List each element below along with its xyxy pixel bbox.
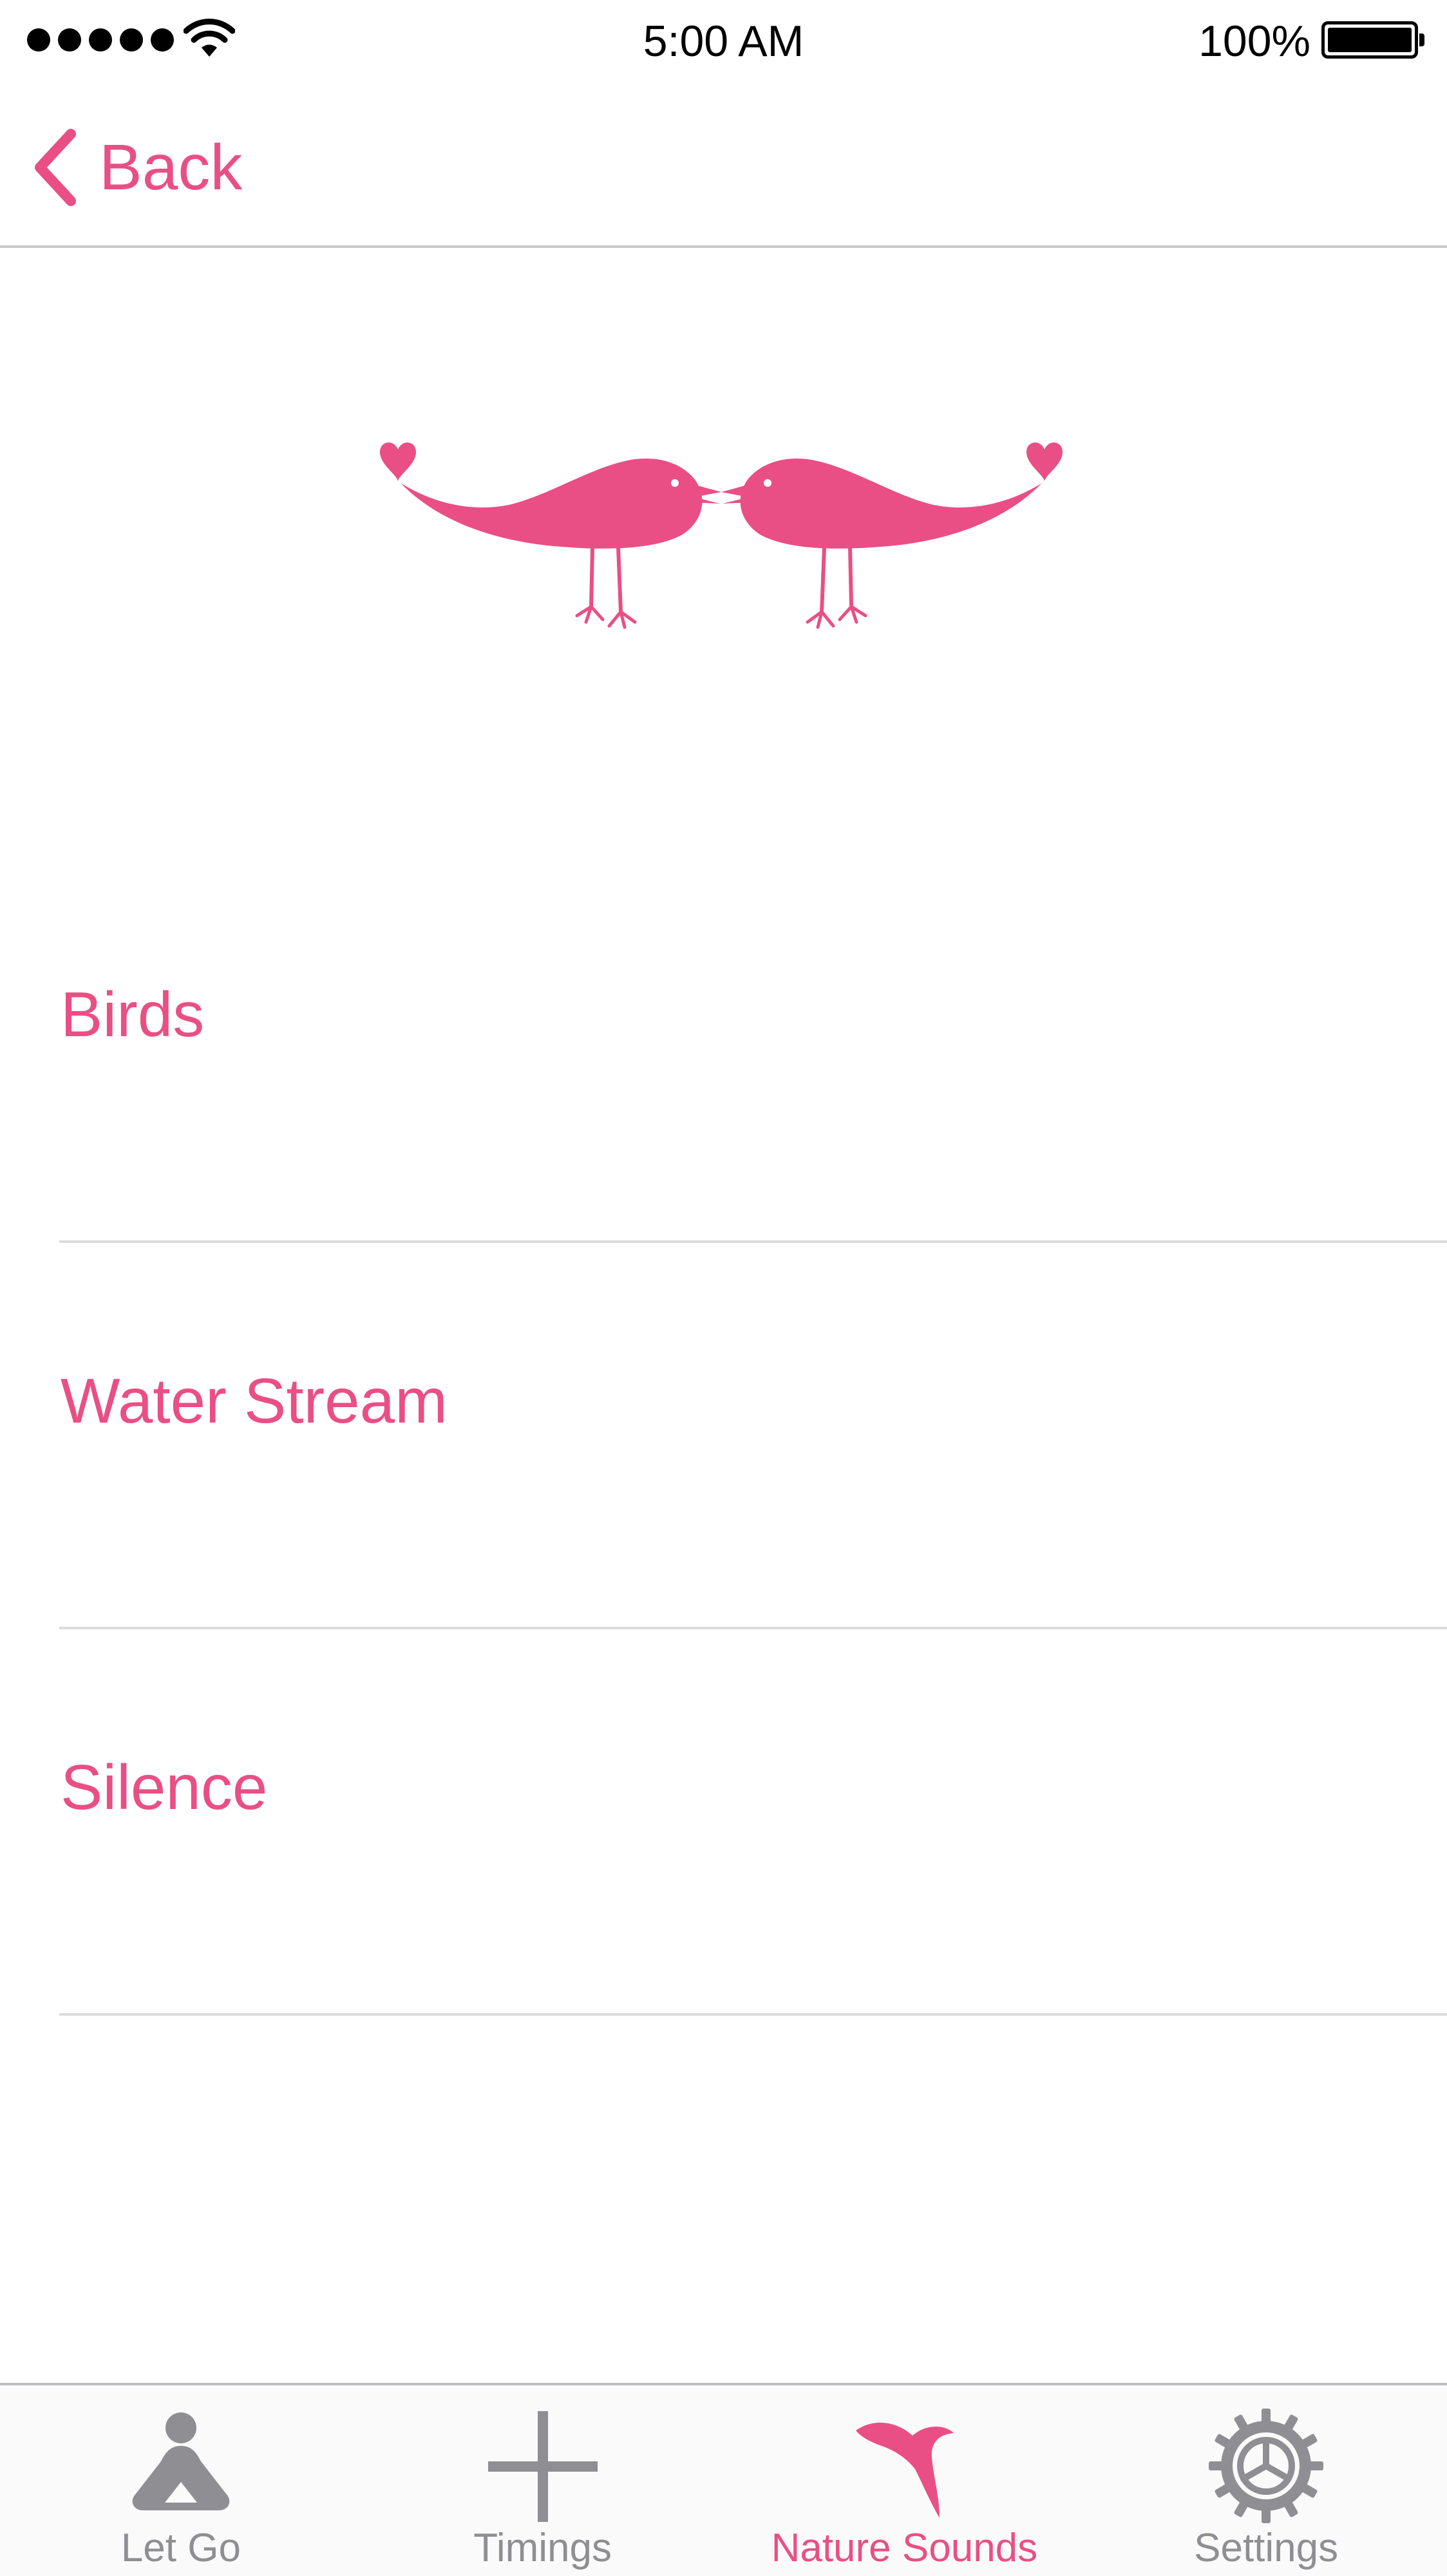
sound-option-water-stream[interactable]: Water Stream: [59, 1243, 1447, 1629]
tab-timings[interactable]: Timings: [362, 2385, 724, 2576]
sound-option-label: Silence: [61, 1752, 268, 1823]
back-label: Back: [99, 131, 243, 204]
back-button[interactable]: Back: [31, 129, 242, 206]
tab-label: Let Go: [120, 2526, 241, 2570]
sound-list: Birds Water Stream Silence: [59, 857, 1447, 2402]
nature-sounds-screen: 5:00 AM 100% Back Birds Water Stream Sil…: [0, 0, 1447, 2576]
tab-nature-sounds[interactable]: Nature Sounds: [724, 2385, 1086, 2576]
plus-icon: [487, 2411, 598, 2522]
sound-option-label: Birds: [61, 979, 205, 1050]
sound-option-silence[interactable]: Silence: [59, 1629, 1447, 2016]
empty-list-row: [59, 2016, 1447, 2402]
battery-icon: [1321, 21, 1424, 59]
tab-label: Settings: [1194, 2526, 1339, 2570]
tab-label: Nature Sounds: [771, 2526, 1038, 2570]
sound-option-label: Water Stream: [61, 1365, 448, 1436]
left-bird-icon: [380, 442, 721, 629]
navigation-bar: Back: [0, 84, 1447, 248]
chevron-left-icon: [35, 129, 76, 206]
tab-bar: Let Go Timings Nature Sounds Settings: [0, 2383, 1447, 2576]
battery-percentage: 100%: [1198, 17, 1310, 66]
bird-icon: [856, 2422, 954, 2518]
status-bar: 5:00 AM 100%: [0, 0, 1447, 84]
sound-option-birds[interactable]: Birds: [59, 857, 1447, 1243]
tab-label: Timings: [473, 2526, 612, 2570]
meditation-icon: [132, 2412, 230, 2510]
gear-icon: [1209, 2409, 1324, 2523]
tab-settings[interactable]: Settings: [1085, 2385, 1447, 2576]
right-bird-icon: [721, 442, 1063, 629]
love-birds-illustration: [380, 442, 1063, 629]
tab-let-go[interactable]: Let Go: [0, 2385, 362, 2576]
